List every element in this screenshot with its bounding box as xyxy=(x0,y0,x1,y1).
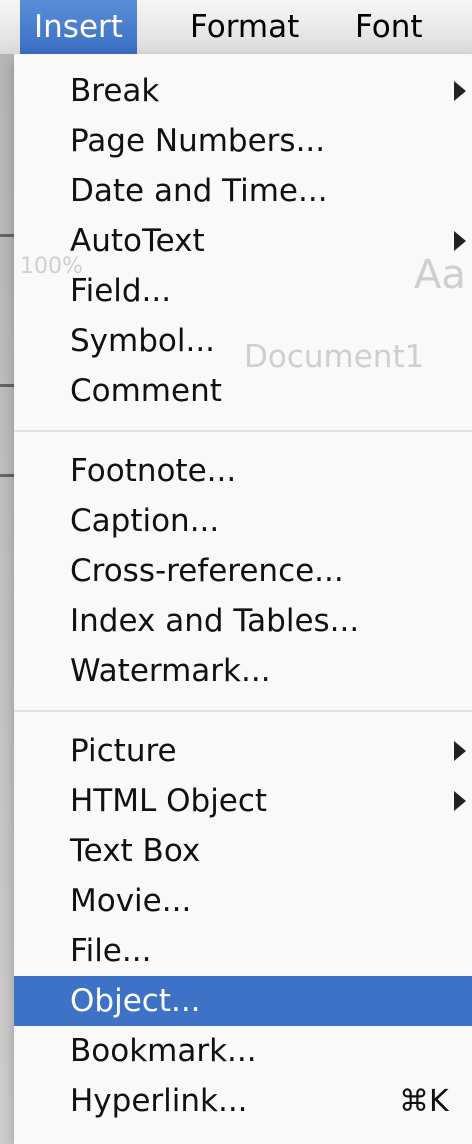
menu-item-label: Comment xyxy=(70,373,222,409)
menu-item-caption[interactable]: Caption... xyxy=(14,496,472,546)
submenu-arrow-icon xyxy=(454,231,466,251)
menu-item-cross-reference[interactable]: Cross-reference... xyxy=(14,546,472,596)
menu-item-file[interactable]: File... xyxy=(14,926,472,976)
menu-item-label: Footnote... xyxy=(70,453,237,489)
menu-item-label: Movie... xyxy=(70,883,192,919)
menu-item-label: Page Numbers... xyxy=(70,123,326,159)
menu-item-index-and-tables[interactable]: Index and Tables... xyxy=(14,596,472,646)
menu-item-movie[interactable]: Movie... xyxy=(14,876,472,926)
menu-item-label: HTML Object xyxy=(70,783,268,819)
menu-item-label: Date and Time... xyxy=(70,173,328,209)
menu-item-text-box[interactable]: Text Box xyxy=(14,826,472,876)
menu-item-label: Watermark... xyxy=(70,653,271,689)
submenu-arrow-icon xyxy=(454,81,466,101)
menu-item-date-and-time[interactable]: Date and Time... xyxy=(14,166,472,216)
insert-menu: 100% Document1 Aa Break Page Numbers... Da… xyxy=(14,54,472,1144)
menu-item-symbol[interactable]: Symbol... xyxy=(14,316,472,366)
menu-item-label: AutoText xyxy=(70,223,205,259)
menu-item-object[interactable]: Object... xyxy=(14,976,472,1026)
submenu-arrow-icon xyxy=(454,791,466,811)
menu-separator xyxy=(14,710,472,712)
menu-insert[interactable]: Insert xyxy=(20,0,137,54)
menu-item-label: Break xyxy=(70,73,160,109)
menu-item-html-object[interactable]: HTML Object xyxy=(14,776,472,826)
submenu-arrow-icon xyxy=(454,741,466,761)
menu-item-watermark[interactable]: Watermark... xyxy=(14,646,472,696)
menu-item-label: Symbol... xyxy=(70,323,216,359)
menu-font[interactable]: Font xyxy=(341,0,437,54)
menu-item-label: Hyperlink... xyxy=(70,1083,248,1119)
menubar: Insert Format Font xyxy=(0,0,472,55)
menu-item-label: Text Box xyxy=(70,833,201,869)
menu-item-picture[interactable]: Picture xyxy=(14,726,472,776)
menu-item-comment[interactable]: Comment xyxy=(14,366,472,416)
menu-item-label: Picture xyxy=(70,733,177,769)
menu-item-hyperlink[interactable]: Hyperlink... ⌘K xyxy=(14,1076,472,1126)
menu-item-bookmark[interactable]: Bookmark... xyxy=(14,1026,472,1076)
shortcut-label: ⌘K xyxy=(399,1083,449,1119)
menu-item-label: Index and Tables... xyxy=(70,603,360,639)
menu-item-label: Field... xyxy=(70,273,172,309)
menu-separator xyxy=(14,430,472,432)
menu-item-label: Caption... xyxy=(70,503,220,539)
menu-item-field[interactable]: Field... xyxy=(14,266,472,316)
menu-item-label: Bookmark... xyxy=(70,1033,257,1069)
menu-item-break[interactable]: Break xyxy=(14,66,472,116)
menu-item-footnote[interactable]: Footnote... xyxy=(14,446,472,496)
menu-item-page-numbers[interactable]: Page Numbers... xyxy=(14,116,472,166)
menu-item-autotext[interactable]: AutoText xyxy=(14,216,472,266)
menu-item-label: File... xyxy=(70,933,152,969)
menu-format[interactable]: Format xyxy=(176,0,313,54)
menu-item-label: Object... xyxy=(70,983,201,1019)
menu-item-label: Cross-reference... xyxy=(70,553,344,589)
